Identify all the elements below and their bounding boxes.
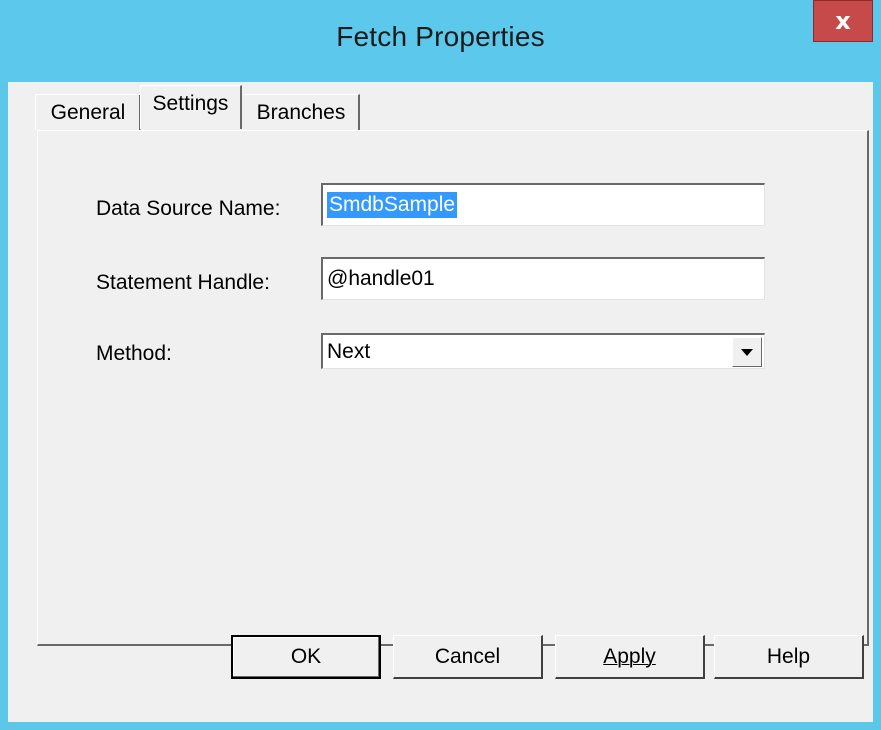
- data-source-name-label: Data Source Name:: [96, 197, 281, 220]
- tab-general[interactable]: General: [35, 94, 141, 130]
- cancel-button[interactable]: Cancel: [393, 635, 543, 679]
- ok-button[interactable]: OK: [231, 635, 381, 679]
- close-icon: x: [835, 7, 851, 35]
- statement-handle-field[interactable]: @handle01: [321, 257, 765, 300]
- settings-panel: Data Source Name: SmdbSample Statement H…: [37, 130, 869, 646]
- window-title: Fetch Properties: [336, 21, 545, 52]
- apply-label: Apply: [603, 644, 656, 668]
- title-bar[interactable]: Fetch Properties x: [0, 0, 881, 82]
- tab-settings[interactable]: Settings: [140, 85, 242, 129]
- close-button[interactable]: x: [813, 0, 873, 42]
- apply-button[interactable]: Apply: [555, 635, 705, 679]
- method-value: Next: [327, 339, 371, 363]
- tab-general-label: General: [50, 100, 126, 124]
- data-source-name-field[interactable]: SmdbSample: [321, 183, 765, 226]
- chevron-down-icon: [741, 348, 753, 356]
- dialog-client-area: General Settings Branches Data Source Na…: [8, 82, 873, 722]
- statement-handle-label: Statement Handle:: [96, 271, 270, 294]
- method-label: Method:: [96, 342, 172, 365]
- data-source-name-value: SmdbSample: [327, 192, 458, 218]
- dialog-window: Fetch Properties x General Settings Bran…: [0, 0, 881, 730]
- tab-settings-label: Settings: [152, 92, 229, 115]
- help-label: Help: [766, 644, 811, 668]
- statement-handle-value: @handle01: [327, 267, 435, 290]
- dropdown-button[interactable]: [732, 337, 762, 367]
- ok-label: OK: [290, 645, 322, 668]
- method-select[interactable]: Next: [321, 333, 765, 369]
- help-button[interactable]: Help: [714, 635, 864, 679]
- cancel-label: Cancel: [434, 644, 501, 668]
- tab-branches[interactable]: Branches: [244, 94, 360, 130]
- tab-branches-label: Branches: [256, 100, 346, 124]
